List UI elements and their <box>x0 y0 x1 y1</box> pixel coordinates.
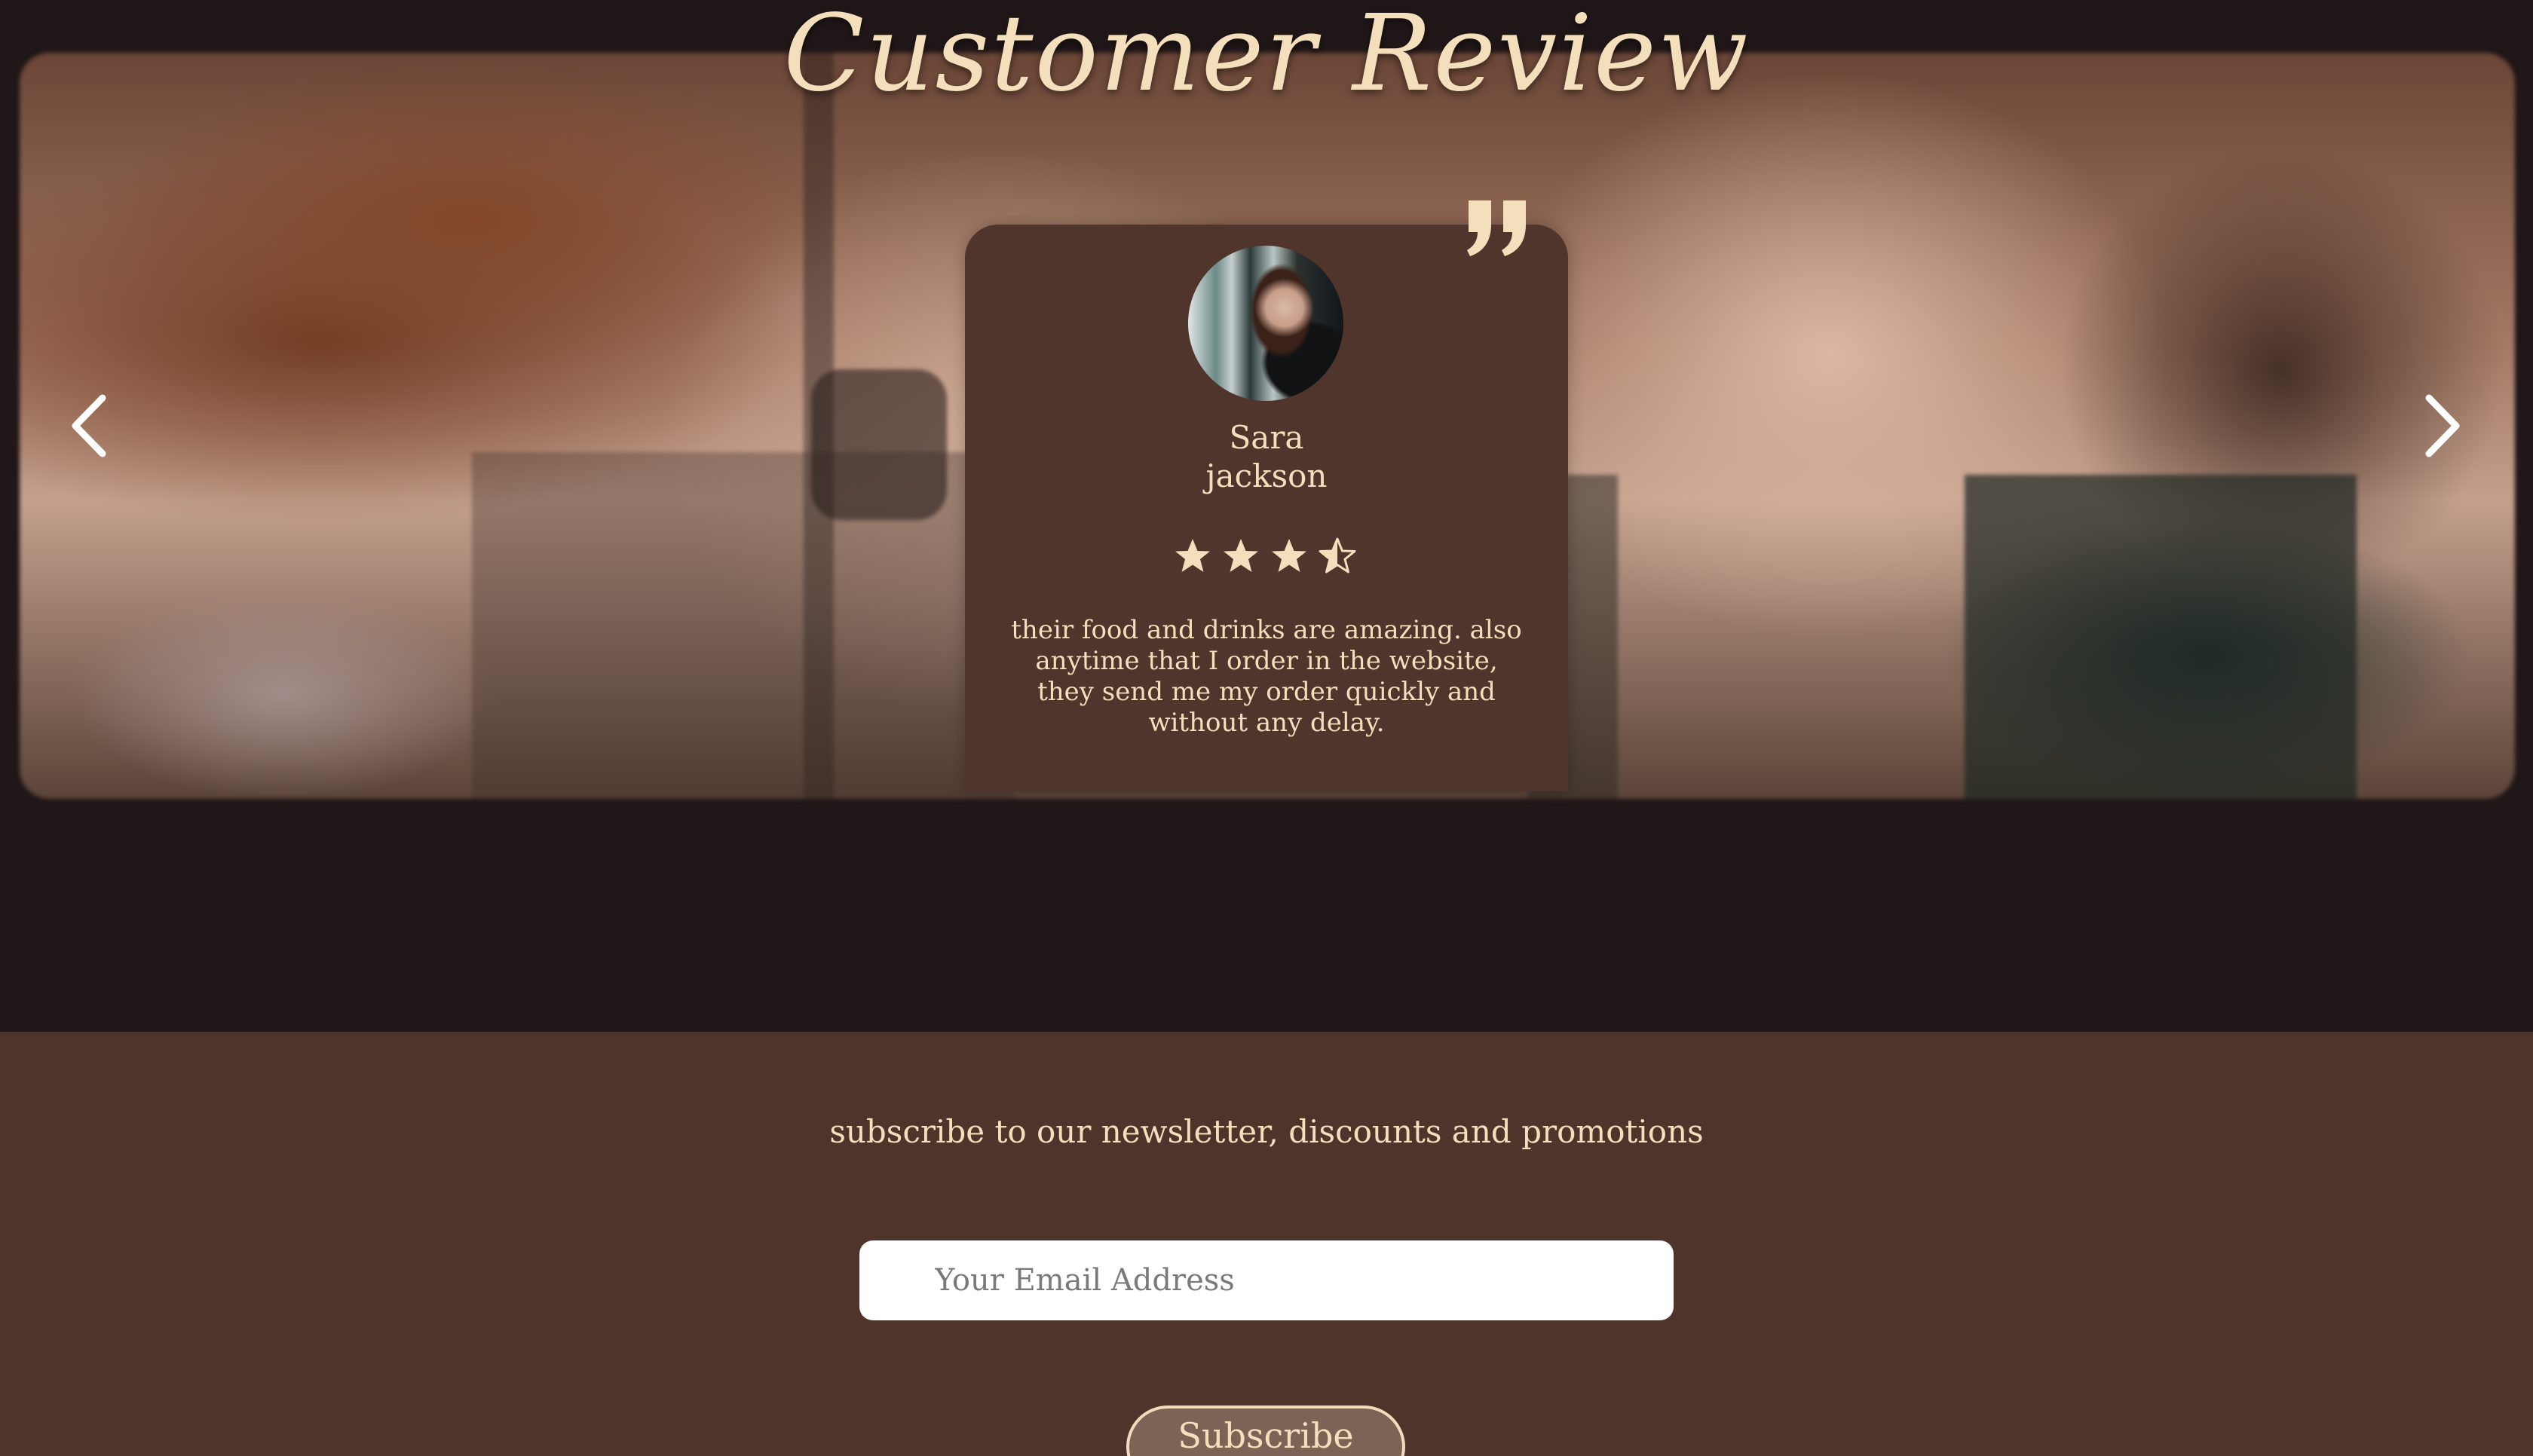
chevron-right-icon <box>2425 394 2460 457</box>
star-icon <box>1272 539 1306 572</box>
star-icon <box>1175 539 1210 572</box>
customer-review-section: Customer Review Sara jackson their food … <box>0 0 2533 1032</box>
newsletter-heading: subscribe to our newsletter, discounts a… <box>829 1113 1704 1150</box>
chevron-left-icon <box>72 394 106 457</box>
star-icon <box>1224 539 1258 572</box>
review-text: their food and drinks are amazing. also … <box>1011 615 1522 738</box>
page: Customer Review Sara jackson their food … <box>0 0 2533 1456</box>
newsletter-section: subscribe to our newsletter, discounts a… <box>0 1032 2533 1456</box>
rating-stars <box>1173 537 1361 582</box>
reviewer-avatar <box>1188 246 1343 401</box>
email-input[interactable] <box>859 1240 1674 1320</box>
carousel-prev-button[interactable] <box>59 392 119 460</box>
section-title: Customer Review <box>783 0 1750 115</box>
reviewer-last-name: jackson <box>1205 457 1328 494</box>
subscribe-button[interactable]: Subscribe <box>1126 1406 1405 1456</box>
quote-icon <box>1467 200 1526 256</box>
reviewer-first-name: Sara <box>1229 419 1304 456</box>
carousel-next-button[interactable] <box>2412 392 2473 460</box>
half-star-icon <box>1319 537 1356 574</box>
